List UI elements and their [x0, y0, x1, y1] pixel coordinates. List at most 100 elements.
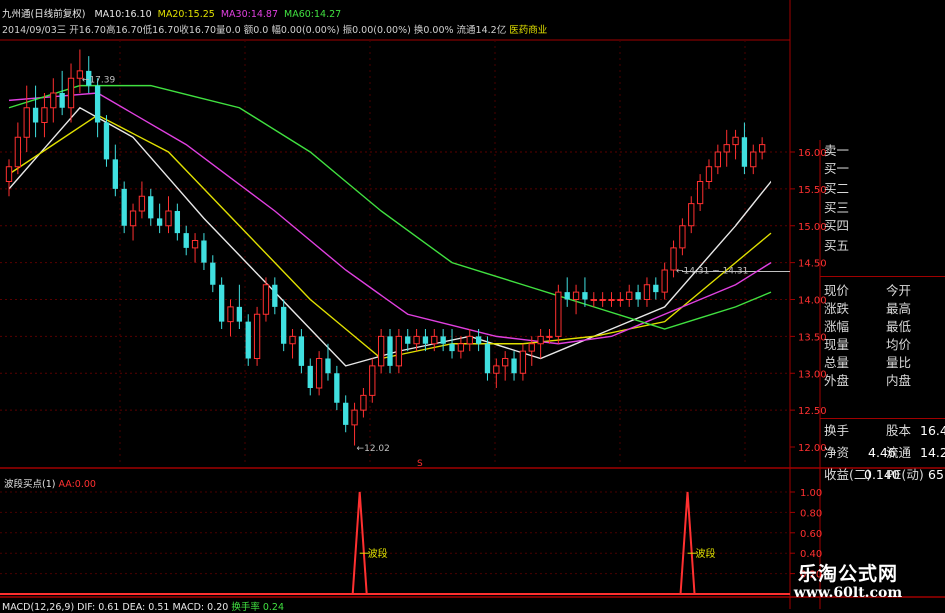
- candle-body: [599, 299, 606, 301]
- candle-body: [511, 358, 517, 374]
- order-row: 买一: [824, 161, 850, 176]
- candle-body: [191, 240, 199, 249]
- sell-marker: S: [417, 459, 423, 469]
- sub-var-value: 0.00: [74, 479, 96, 490]
- candle: [626, 284, 633, 307]
- sub-y-tick-label: 1.00: [800, 488, 822, 499]
- candle: [253, 306, 261, 366]
- candle: [511, 351, 517, 381]
- candle-body: [546, 335, 553, 338]
- candle: [298, 329, 305, 374]
- watermark-title: 乐淘公式网: [797, 563, 898, 585]
- candle-body: [617, 299, 624, 301]
- candle: [395, 329, 403, 374]
- sub-indicator-title: 波段买点(1): [4, 479, 56, 490]
- candle-body: [696, 181, 704, 205]
- stock-title: 九州通(日线前复权): [2, 9, 86, 20]
- candle-body: [564, 292, 570, 300]
- macd-highlight: 换手率 0.24: [231, 602, 285, 613]
- candle: [50, 78, 57, 123]
- candle-body: [679, 225, 686, 249]
- extra-row: 收益(二)0.140PE(动)65.5: [824, 467, 945, 482]
- candle-body: [351, 409, 358, 426]
- watermark: 乐淘公式网 www.60lt.com: [778, 559, 918, 603]
- range-annotation: ←14.31 ~ 14.31: [676, 266, 748, 276]
- candle-body: [307, 365, 313, 388]
- candle: [103, 115, 110, 167]
- candle: [210, 255, 216, 293]
- bar-info-row: 2014/09/03三 开16.70高16.70低16.70收16.70量0.0…: [2, 25, 547, 36]
- stat-row: 现价 今开: [824, 283, 912, 298]
- candle: [245, 314, 251, 366]
- stat-row: 总量 量比: [824, 355, 912, 370]
- extra-row: 净资4.46流通14.2亿: [824, 445, 945, 460]
- low-annotation: ←12.02: [357, 444, 390, 454]
- candle-body: [750, 151, 757, 168]
- candle: [112, 144, 118, 197]
- candle-body: [590, 299, 597, 301]
- candle-body: [493, 365, 500, 374]
- candle-body: [705, 166, 713, 182]
- candle-body: [148, 196, 154, 219]
- candle: [457, 336, 465, 359]
- candle-body: [50, 92, 57, 109]
- candle-body: [67, 77, 75, 109]
- candle-body: [262, 284, 270, 315]
- candle: [422, 329, 429, 352]
- candle-body: [643, 284, 651, 300]
- bar-info: 2014/09/03三 开16.70高16.70低16.70收16.70量0.0…: [2, 25, 510, 36]
- candle: [183, 225, 189, 256]
- candle-body: [245, 321, 251, 359]
- stat-row: 涨跌 最高: [824, 301, 912, 316]
- candle-body: [14, 136, 22, 168]
- candle-body: [405, 336, 411, 344]
- candle-body: [343, 402, 349, 425]
- candle: [750, 144, 757, 175]
- candle: [537, 329, 544, 359]
- candle-body: [431, 335, 438, 345]
- stat-row: 现量 均价: [824, 337, 912, 352]
- candle: [5, 159, 13, 197]
- candle-body: [138, 195, 146, 212]
- extra-row: 换手股本16.4亿: [824, 423, 945, 438]
- candle-body: [369, 365, 376, 396]
- candle-body: [253, 313, 261, 359]
- candle-body: [395, 335, 403, 367]
- candle-body: [23, 107, 30, 138]
- candle-body: [626, 291, 633, 300]
- candle-body: [325, 358, 331, 374]
- candle-body: [5, 166, 13, 182]
- order-row: 卖一: [824, 143, 850, 158]
- candle: [493, 358, 500, 388]
- candle: [661, 262, 668, 300]
- order-row: 买三: [824, 200, 850, 215]
- candle-body: [59, 93, 65, 108]
- candle-body: [714, 151, 721, 168]
- candle: [129, 203, 137, 241]
- sub-var-name: AA:: [58, 479, 75, 490]
- candle: [121, 181, 127, 234]
- chart-canvas: ←17.39←12.02←14.31 ~ 14.31S 16.0015.5015…: [0, 0, 945, 609]
- candle: [723, 129, 730, 167]
- candle: [289, 329, 296, 359]
- candle-body: [32, 107, 39, 123]
- candle-body: [298, 336, 305, 366]
- candle: [555, 284, 562, 344]
- candle-body: [94, 85, 101, 123]
- candle-body: [413, 335, 420, 345]
- candle: [449, 329, 455, 359]
- candle-body: [484, 343, 491, 374]
- candle-body: [210, 262, 216, 285]
- candle-body: [183, 233, 189, 248]
- candle-body: [121, 188, 127, 226]
- candle: [732, 129, 739, 160]
- candle: [148, 188, 154, 226]
- candle: [679, 218, 686, 256]
- candle-body: [174, 211, 181, 234]
- candle: [334, 365, 340, 411]
- candle-body: [103, 122, 110, 160]
- candle-body: [537, 335, 544, 345]
- candle-body: [741, 137, 748, 167]
- candle-body: [227, 306, 234, 323]
- candle: [688, 196, 695, 234]
